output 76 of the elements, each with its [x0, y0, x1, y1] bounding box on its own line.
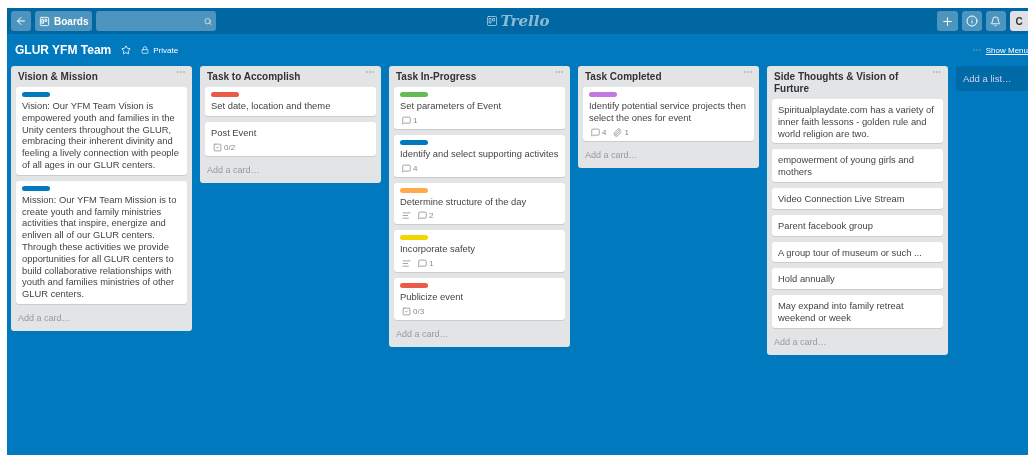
notifications-button[interactable] — [986, 11, 1006, 31]
badge-count: 0/2 — [224, 142, 236, 152]
add-button[interactable] — [937, 11, 958, 31]
visibility-label[interactable]: Private — [153, 45, 179, 55]
badge-count: 0/3 — [413, 307, 425, 316]
card[interactable] — [16, 87, 187, 175]
list-title: Task Completed — [585, 71, 662, 83]
card-text: Mission: Our YFM Team Mission is to create youth and family ministries activities that inspire, energize and enliven all of our GLUR centers. Through these activities we provide opportunities for all GLUR centers to build collaborative relationships with youth and families ministries of other GLUR centers. — [22, 193, 178, 300]
description-icon — [402, 211, 411, 221]
list-title: Side Thoughts & Vision of Furture — [774, 71, 900, 95]
card-text: Vision: Our YFM Team Vision is empowered youth and families in the Unity centers throughout the GLUR, embracing their inherent divinity and feeling a lively connection with people of all ages in our GLUR centers. — [22, 100, 180, 171]
back-arrow-icon — [15, 15, 27, 27]
card[interactable] — [16, 180, 187, 304]
info-button[interactable] — [962, 11, 982, 31]
card[interactable]: Post Event 0/2 — [205, 121, 376, 156]
plus-icon — [941, 14, 954, 28]
card-text: Incorporate safety — [400, 243, 477, 256]
list-title: Task to Accomplish — [207, 71, 301, 83]
card-text: Hold annually — [778, 273, 836, 286]
boards-icon — [39, 15, 50, 27]
attachment-icon — [613, 127, 623, 137]
card[interactable]: Hold annually — [772, 268, 943, 290]
show-menu-link[interactable]: Show Menu — [985, 45, 1028, 55]
card[interactable]: Determine structure of the day 2 — [394, 182, 565, 225]
bell-icon — [990, 15, 1001, 27]
card[interactable]: Incorporate safety 1 — [394, 230, 565, 273]
card-text: Identify and select supporting activites — [400, 147, 559, 160]
card-text: Post Event — [211, 126, 258, 139]
badge-count: 2 — [429, 211, 434, 221]
card[interactable]: Identify and select supporting activites 4 — [394, 134, 565, 177]
card-text: Identify potential service projects then select the ones for event — [589, 100, 747, 124]
comment-icon — [402, 115, 411, 125]
card-text: empowerment of young girls and mothers — [778, 154, 915, 178]
search-field[interactable] — [96, 11, 217, 31]
checklist-icon — [213, 142, 222, 152]
card-text: Video Connection Live Stream — [778, 193, 906, 205]
card[interactable]: Publicize event 0/3 — [394, 278, 565, 320]
trello-logo: Trello — [485, 12, 550, 30]
description-icon — [402, 259, 411, 269]
back-button[interactable] — [11, 11, 31, 31]
badge-count: 4 — [413, 163, 418, 173]
card-text: Set date, location and theme — [211, 100, 332, 112]
add-list-button[interactable]: Add a list… — [956, 66, 1028, 91]
search-icon — [204, 15, 213, 27]
card[interactable]: empowerment of young girls and mothers — [772, 149, 943, 182]
list-title: Vision & Mission — [18, 71, 98, 83]
list-title: Task In-Progress — [396, 71, 477, 83]
avatar[interactable]: C — [1010, 11, 1028, 31]
card-text: May expand into family retreat weekend or week — [778, 300, 905, 324]
card-text: Parent facebook group — [778, 219, 874, 232]
board-title: GLUR YFM Team — [15, 43, 112, 57]
badge-count: 1 — [624, 127, 629, 137]
lock-icon — [141, 46, 150, 54]
card[interactable]: Video Connection Live Stream — [772, 188, 943, 209]
card[interactable]: Spiritualplaydate.com has a variety of inner faith lessons - golden rule and world religion are two. — [772, 99, 943, 144]
card-text: A group tour of museum or such ... — [778, 246, 923, 259]
badge-count: 1 — [429, 259, 434, 269]
comment-icon — [591, 127, 600, 137]
badge-count: 4 — [602, 127, 607, 137]
card-text: Set parameters of Event — [400, 100, 503, 112]
card[interactable]: Identify potential service projects then select the ones for event 4 1 — [583, 87, 754, 141]
card[interactable]: May expand into family retreat weekend or week — [772, 295, 943, 328]
card-text: Determine structure of the day — [400, 195, 528, 208]
card[interactable]: Set parameters of Event 1 — [394, 87, 565, 129]
card-text: Publicize event — [400, 291, 465, 303]
comment-icon — [418, 211, 427, 221]
info-icon — [966, 15, 978, 27]
card[interactable]: Parent facebook group — [772, 214, 943, 236]
card[interactable]: Set date, location and theme — [205, 87, 376, 116]
card-text: Spiritualplaydate.com has a variety of inner faith lessons - golden rule and world religion are two. — [778, 104, 935, 140]
comment-icon — [418, 259, 427, 269]
star-icon[interactable] — [121, 45, 132, 55]
checklist-icon — [402, 307, 411, 316]
card[interactable]: A group tour of museum or such ... — [772, 241, 943, 263]
comment-icon — [402, 163, 411, 173]
badge-count: 1 — [413, 115, 418, 125]
